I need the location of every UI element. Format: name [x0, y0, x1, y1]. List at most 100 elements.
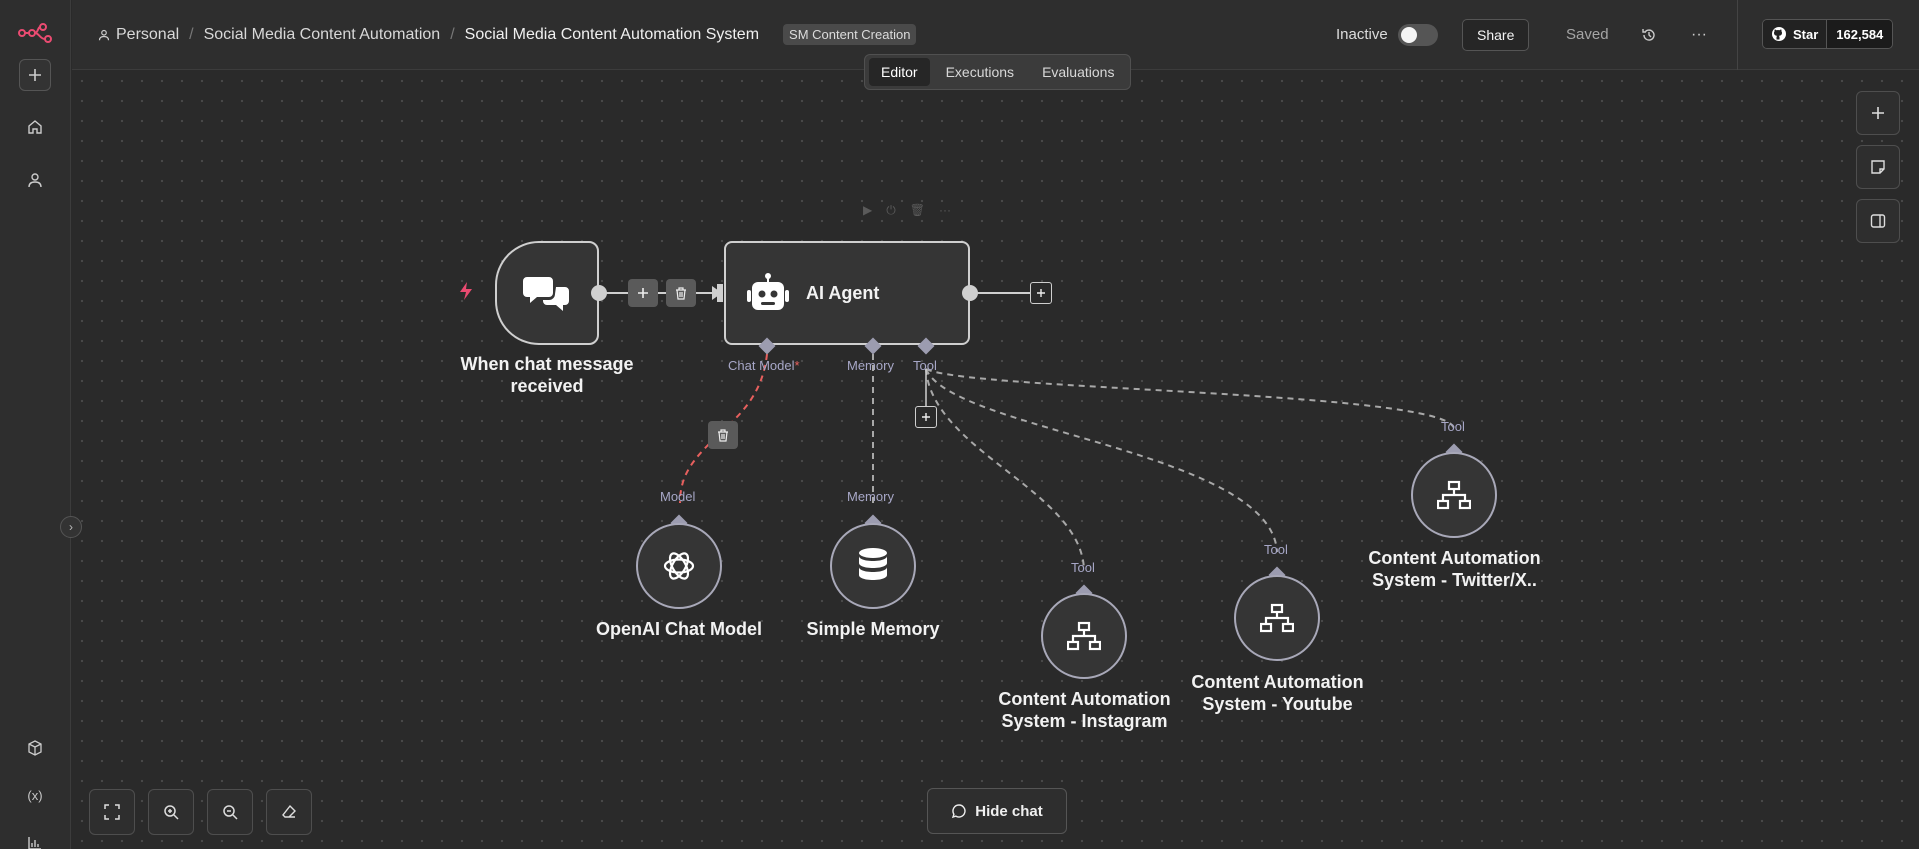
- add-node-button[interactable]: [1856, 91, 1900, 135]
- simple-memory-label: Simple Memory: [806, 619, 940, 639]
- more-icon[interactable]: ···: [939, 203, 951, 218]
- chart-icon[interactable]: [18, 826, 52, 849]
- status-label: Inactive: [1336, 26, 1388, 43]
- breadcrumb: Personal / Social Media Content Automati…: [98, 24, 917, 45]
- memory-port-label: Memory: [847, 358, 894, 373]
- cube-icon[interactable]: [18, 731, 52, 765]
- connections: [599, 286, 1455, 571]
- zoom-in-icon: [164, 805, 179, 820]
- ai-agent-node[interactable]: AI Agent: [724, 241, 970, 345]
- tool-port-label: Tool: [913, 358, 937, 373]
- power-icon[interactable]: ⏻: [886, 203, 896, 218]
- sitemap-icon: [1437, 480, 1471, 510]
- breadcrumb-separator: /: [189, 25, 194, 43]
- sidebar: (x): [0, 0, 71, 849]
- variables-icon[interactable]: (x): [18, 778, 52, 812]
- breadcrumb-personal[interactable]: Personal: [98, 26, 179, 44]
- sitemap-icon: [1067, 621, 1101, 651]
- chat-icon: [952, 804, 966, 819]
- breadcrumb-project[interactable]: Social Media Content Automation: [204, 26, 441, 44]
- hide-chat-label: Hide chat: [975, 802, 1043, 820]
- chat-trigger-label-line2: received: [510, 376, 584, 396]
- youtube-tool-node[interactable]: [1234, 575, 1320, 661]
- tab-editor[interactable]: Editor: [869, 58, 930, 86]
- youtube-tool-label-line1: Content Automation: [1191, 672, 1364, 692]
- plus-icon: [1037, 289, 1045, 297]
- agent-input-port[interactable]: [717, 284, 723, 302]
- twitter-tool-node[interactable]: [1411, 452, 1497, 538]
- zoom-out-button[interactable]: [207, 789, 253, 835]
- active-toggle[interactable]: [1398, 24, 1438, 46]
- trash-icon[interactable]: 🗑: [910, 203, 925, 218]
- user-icon: [98, 29, 110, 40]
- instagram-tool-label-line1: Content Automation: [998, 689, 1171, 709]
- more-icon[interactable]: ···: [1688, 24, 1710, 46]
- workflow-tag[interactable]: SM Content Creation: [783, 24, 917, 45]
- tool-connection-youtube[interactable]: [925, 368, 1278, 553]
- delete-connection-button[interactable]: [666, 279, 696, 307]
- add-button[interactable]: [19, 59, 51, 91]
- tool-input-label-instagram: Tool: [1071, 560, 1095, 575]
- chat-trigger-node[interactable]: [495, 241, 599, 345]
- add-tool-button[interactable]: [915, 406, 937, 428]
- tool-input-label-twitter: Tool: [1441, 419, 1465, 434]
- lightning-icon: [458, 281, 474, 306]
- workflow-canvas[interactable]: ▶ ⏻ 🗑 ··· When chat message received AI …: [72, 71, 1919, 849]
- sidebar-expand-button[interactable]: ›: [60, 516, 82, 538]
- share-button[interactable]: Share: [1462, 19, 1530, 51]
- play-icon[interactable]: ▶: [863, 203, 872, 218]
- trash-icon: [718, 428, 728, 442]
- tool-connection-twitter[interactable]: [925, 368, 1455, 430]
- header-divider: [1737, 0, 1738, 70]
- chat-icon: [523, 277, 569, 311]
- panel-icon: [1870, 214, 1886, 228]
- plus-icon: [638, 288, 648, 298]
- tab-executions[interactable]: Executions: [934, 58, 1026, 86]
- workflow-name[interactable]: Social Media Content Automation System: [465, 26, 759, 44]
- youtube-tool-label-line2: System - Youtube: [1202, 694, 1353, 714]
- fit-view-button[interactable]: [89, 789, 135, 835]
- instagram-tool-label-line2: System - Instagram: [1001, 711, 1168, 731]
- chat-trigger-label-line1: When chat message: [460, 354, 634, 374]
- ai-agent-label: AI Agent: [806, 283, 880, 303]
- sitemap-icon: [1260, 603, 1294, 633]
- delete-chat-model-connection-button[interactable]: [708, 421, 738, 449]
- fit-view-icon: [104, 804, 120, 820]
- robot-icon: [747, 273, 789, 310]
- instagram-tool-label: Content Automation System - Instagram: [972, 688, 1197, 732]
- chat-model-port-text: Chat Model: [728, 358, 795, 373]
- view-tabs: Editor Executions Evaluations: [864, 54, 1132, 90]
- agent-output-port[interactable]: [962, 285, 978, 301]
- trigger-output-port[interactable]: [591, 285, 607, 301]
- required-mark: *: [794, 358, 800, 373]
- saved-status: Saved: [1566, 26, 1609, 43]
- hide-chat-button[interactable]: Hide chat: [927, 788, 1067, 834]
- add-node-on-connection-button[interactable]: [628, 279, 658, 307]
- history-icon[interactable]: [1638, 24, 1660, 46]
- github-star: Star: [1763, 20, 1827, 48]
- toggle-panel-button[interactable]: [1856, 199, 1900, 243]
- sticky-note-button[interactable]: [1856, 145, 1900, 189]
- zoom-in-button[interactable]: [148, 789, 194, 835]
- tab-evaluations[interactable]: Evaluations: [1030, 58, 1126, 86]
- openai-chat-model-node[interactable]: [636, 523, 722, 609]
- user-icon[interactable]: [18, 163, 52, 197]
- tidy-up-button[interactable]: [266, 789, 312, 835]
- model-port-label: Model: [660, 489, 696, 504]
- add-next-node-button[interactable]: [1030, 282, 1052, 304]
- github-star-count: 162,584: [1826, 20, 1893, 48]
- zoom-out-icon: [223, 805, 238, 820]
- home-icon[interactable]: [18, 110, 52, 144]
- tool-connection-instagram[interactable]: [925, 368, 1085, 571]
- twitter-tool-label-line1: Content Automation: [1368, 548, 1541, 568]
- simple-memory-node[interactable]: [830, 523, 916, 609]
- n8n-logo-icon[interactable]: [18, 16, 52, 50]
- trash-icon: [676, 286, 686, 300]
- memory-input-label: Memory: [847, 489, 894, 504]
- sticky-note-icon: [1871, 160, 1885, 174]
- github-star-button[interactable]: Star 162,584: [1762, 19, 1894, 49]
- github-star-label: Star: [1793, 26, 1819, 42]
- youtube-tool-label: Content Automation System - Youtube: [1165, 671, 1390, 715]
- instagram-tool-node[interactable]: [1041, 593, 1127, 679]
- database-icon: [859, 548, 887, 580]
